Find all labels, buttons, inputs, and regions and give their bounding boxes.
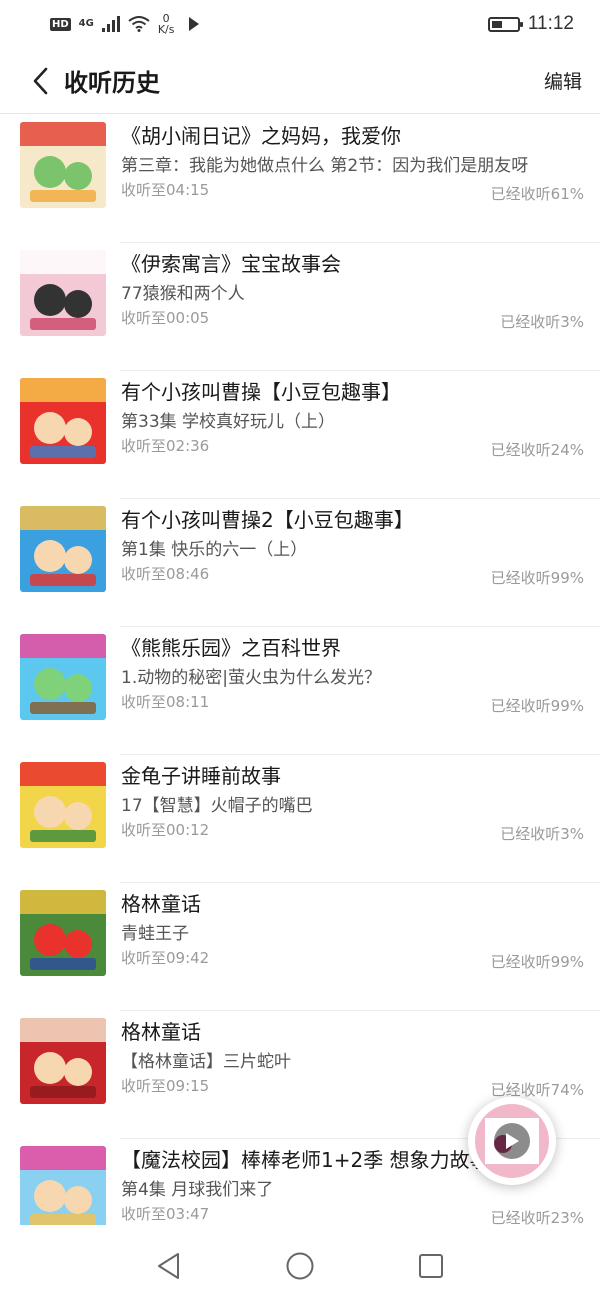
history-item-position: 收听至08:46: [121, 565, 210, 583]
nav-home-button[interactable]: [282, 1248, 318, 1284]
history-list[interactable]: 《胡小闹日记》之妈妈，我爱你第三章：我能为她做点什么 第2节：因为我们是朋友呀收…: [0, 115, 600, 1225]
circle-home-icon: [286, 1252, 314, 1280]
history-item-chapter: 青蛙王子: [121, 924, 189, 944]
history-item-title: 格林童话: [121, 1020, 201, 1044]
album-cover-art: [20, 378, 106, 464]
edit-button[interactable]: 编辑: [544, 67, 582, 94]
history-item-position: 收听至09:15: [121, 1077, 210, 1095]
history-item-progress: 已经收听99%: [490, 569, 584, 587]
history-item-chapter: 17【智慧】火帽子的嘴巴: [121, 796, 313, 816]
history-item-chapter: 77猿猴和两个人: [121, 284, 245, 304]
album-cover[interactable]: [20, 250, 106, 336]
album-cover[interactable]: [20, 890, 106, 976]
battery-icon: [487, 16, 523, 32]
history-item-position: 收听至08:11: [121, 693, 210, 711]
mini-player[interactable]: [468, 1097, 556, 1185]
album-cover-art: [20, 250, 106, 336]
album-cover-art: [20, 1146, 106, 1225]
chevron-left-icon: [33, 67, 48, 94]
nav-recents-button[interactable]: [413, 1248, 449, 1284]
album-cover[interactable]: [20, 634, 106, 720]
battery-level: [491, 20, 502, 28]
speed-unit: K/s: [157, 23, 175, 36]
history-item-chapter: 第三章：我能为她做点什么 第2节：因为我们是朋友呀: [121, 156, 529, 176]
album-cover[interactable]: [20, 1018, 106, 1104]
history-item-chapter: 第33集 学校真好玩儿（上）: [121, 412, 336, 432]
album-cover-art: [20, 890, 106, 976]
history-item-chapter: 1.动物的秘密|萤火虫为什么发光？: [121, 668, 381, 688]
album-cover-art: [20, 122, 106, 208]
history-item-title: 【魔法校园】棒棒老师1+2季 想象力故事: [121, 1148, 481, 1172]
mini-player-cover: [475, 1104, 549, 1178]
status-right: 11:12: [487, 13, 574, 35]
history-item-chapter: 第1集 快乐的六一（上）: [121, 540, 308, 560]
history-item-position: 收听至00:05: [121, 309, 210, 327]
navigation-bar: [0, 1232, 600, 1300]
network-speed: 0 K/s: [158, 13, 175, 35]
album-cover-art: [20, 634, 106, 720]
history-item-chapter: 【格林童话】三片蛇叶: [121, 1052, 291, 1072]
back-button[interactable]: [22, 61, 58, 101]
wifi-icon: [128, 16, 150, 32]
album-cover[interactable]: [20, 122, 106, 208]
history-item-title: 金龟子讲睡前故事: [121, 764, 281, 788]
hd-badge: HD: [50, 17, 71, 31]
history-item-title: 《伊索寓言》宝宝故事会: [121, 252, 341, 276]
history-item[interactable]: 金龟子讲睡前故事 17【智慧】火帽子的嘴巴 收听至00:12 已经收听3%: [0, 755, 600, 883]
signal-icon: [101, 16, 120, 32]
album-cover[interactable]: [20, 762, 106, 848]
history-item[interactable]: 《熊熊乐园》之百科世界 1.动物的秘密|萤火虫为什么发光？ 收听至08:11 已经收听…: [0, 627, 600, 755]
play-triangle-icon: [506, 1133, 519, 1149]
history-item-progress: 已经收听24%: [490, 441, 584, 459]
square-recents-icon: [419, 1254, 443, 1278]
media-playing-icon: [188, 17, 199, 31]
history-item[interactable]: 格林童话青蛙王子收听至09:42 已经收听99%: [0, 883, 600, 1011]
page-title: 收听历史: [64, 69, 160, 97]
history-item[interactable]: 有个小孩叫曹操【小豆包趣事】第33集 学校真好玩儿（上） 收听至02:36 已经收听…: [0, 371, 600, 499]
history-item-position: 收听至02:36: [121, 437, 210, 455]
album-cover-art: [20, 762, 106, 848]
history-item-progress: 已经收听61%: [490, 185, 584, 203]
play-icon: [494, 1123, 530, 1159]
album-cover[interactable]: [20, 1146, 106, 1225]
history-item-title: 有个小孩叫曹操2【小豆包趣事】: [121, 508, 414, 532]
history-item-position: 收听至09:42: [121, 949, 210, 967]
history-item-title: 格林童话: [121, 892, 201, 916]
triangle-back-icon: [158, 1253, 179, 1279]
history-item[interactable]: 《伊索寓言》宝宝故事会 77猿猴和两个人 收听至00:05 已经收听3%: [0, 243, 600, 371]
status-bar: HD 4G 0 K/s 11:12: [0, 0, 600, 48]
history-item-progress: 已经收听3%: [500, 825, 584, 843]
history-item[interactable]: 《胡小闹日记》之妈妈，我爱你第三章：我能为她做点什么 第2节：因为我们是朋友呀收…: [0, 115, 600, 243]
history-item-title: 有个小孩叫曹操【小豆包趣事】: [121, 380, 401, 404]
history-item-progress: 已经收听99%: [490, 697, 584, 715]
status-left: HD 4G 0 K/s: [50, 13, 199, 35]
history-item-chapter: 第4集 月球我们来了: [121, 1180, 274, 1200]
album-cover[interactable]: [20, 378, 106, 464]
header: 收听历史 编辑: [0, 48, 600, 114]
album-cover-art: [20, 1018, 106, 1104]
history-item-progress: 已经收听23%: [490, 1209, 584, 1225]
clock: 11:12: [527, 13, 574, 34]
history-item[interactable]: 有个小孩叫曹操2【小豆包趣事】第1集 快乐的六一（上） 收听至08:46 已经收听9…: [0, 499, 600, 627]
history-item-progress: 已经收听3%: [500, 313, 584, 331]
album-cover[interactable]: [20, 506, 106, 592]
album-cover-art: [20, 506, 106, 592]
history-item-progress: 已经收听99%: [490, 953, 584, 971]
history-item-position: 收听至03:47: [121, 1205, 210, 1223]
nav-back-button[interactable]: [151, 1248, 187, 1284]
history-item-title: 《熊熊乐园》之百科世界: [121, 636, 341, 660]
history-item-position: 收听至00:12: [121, 821, 210, 839]
history-item-position: 收听至04:15: [121, 181, 210, 199]
network-type: 4G: [78, 18, 94, 29]
history-item-title: 《胡小闹日记》之妈妈，我爱你: [121, 124, 401, 148]
